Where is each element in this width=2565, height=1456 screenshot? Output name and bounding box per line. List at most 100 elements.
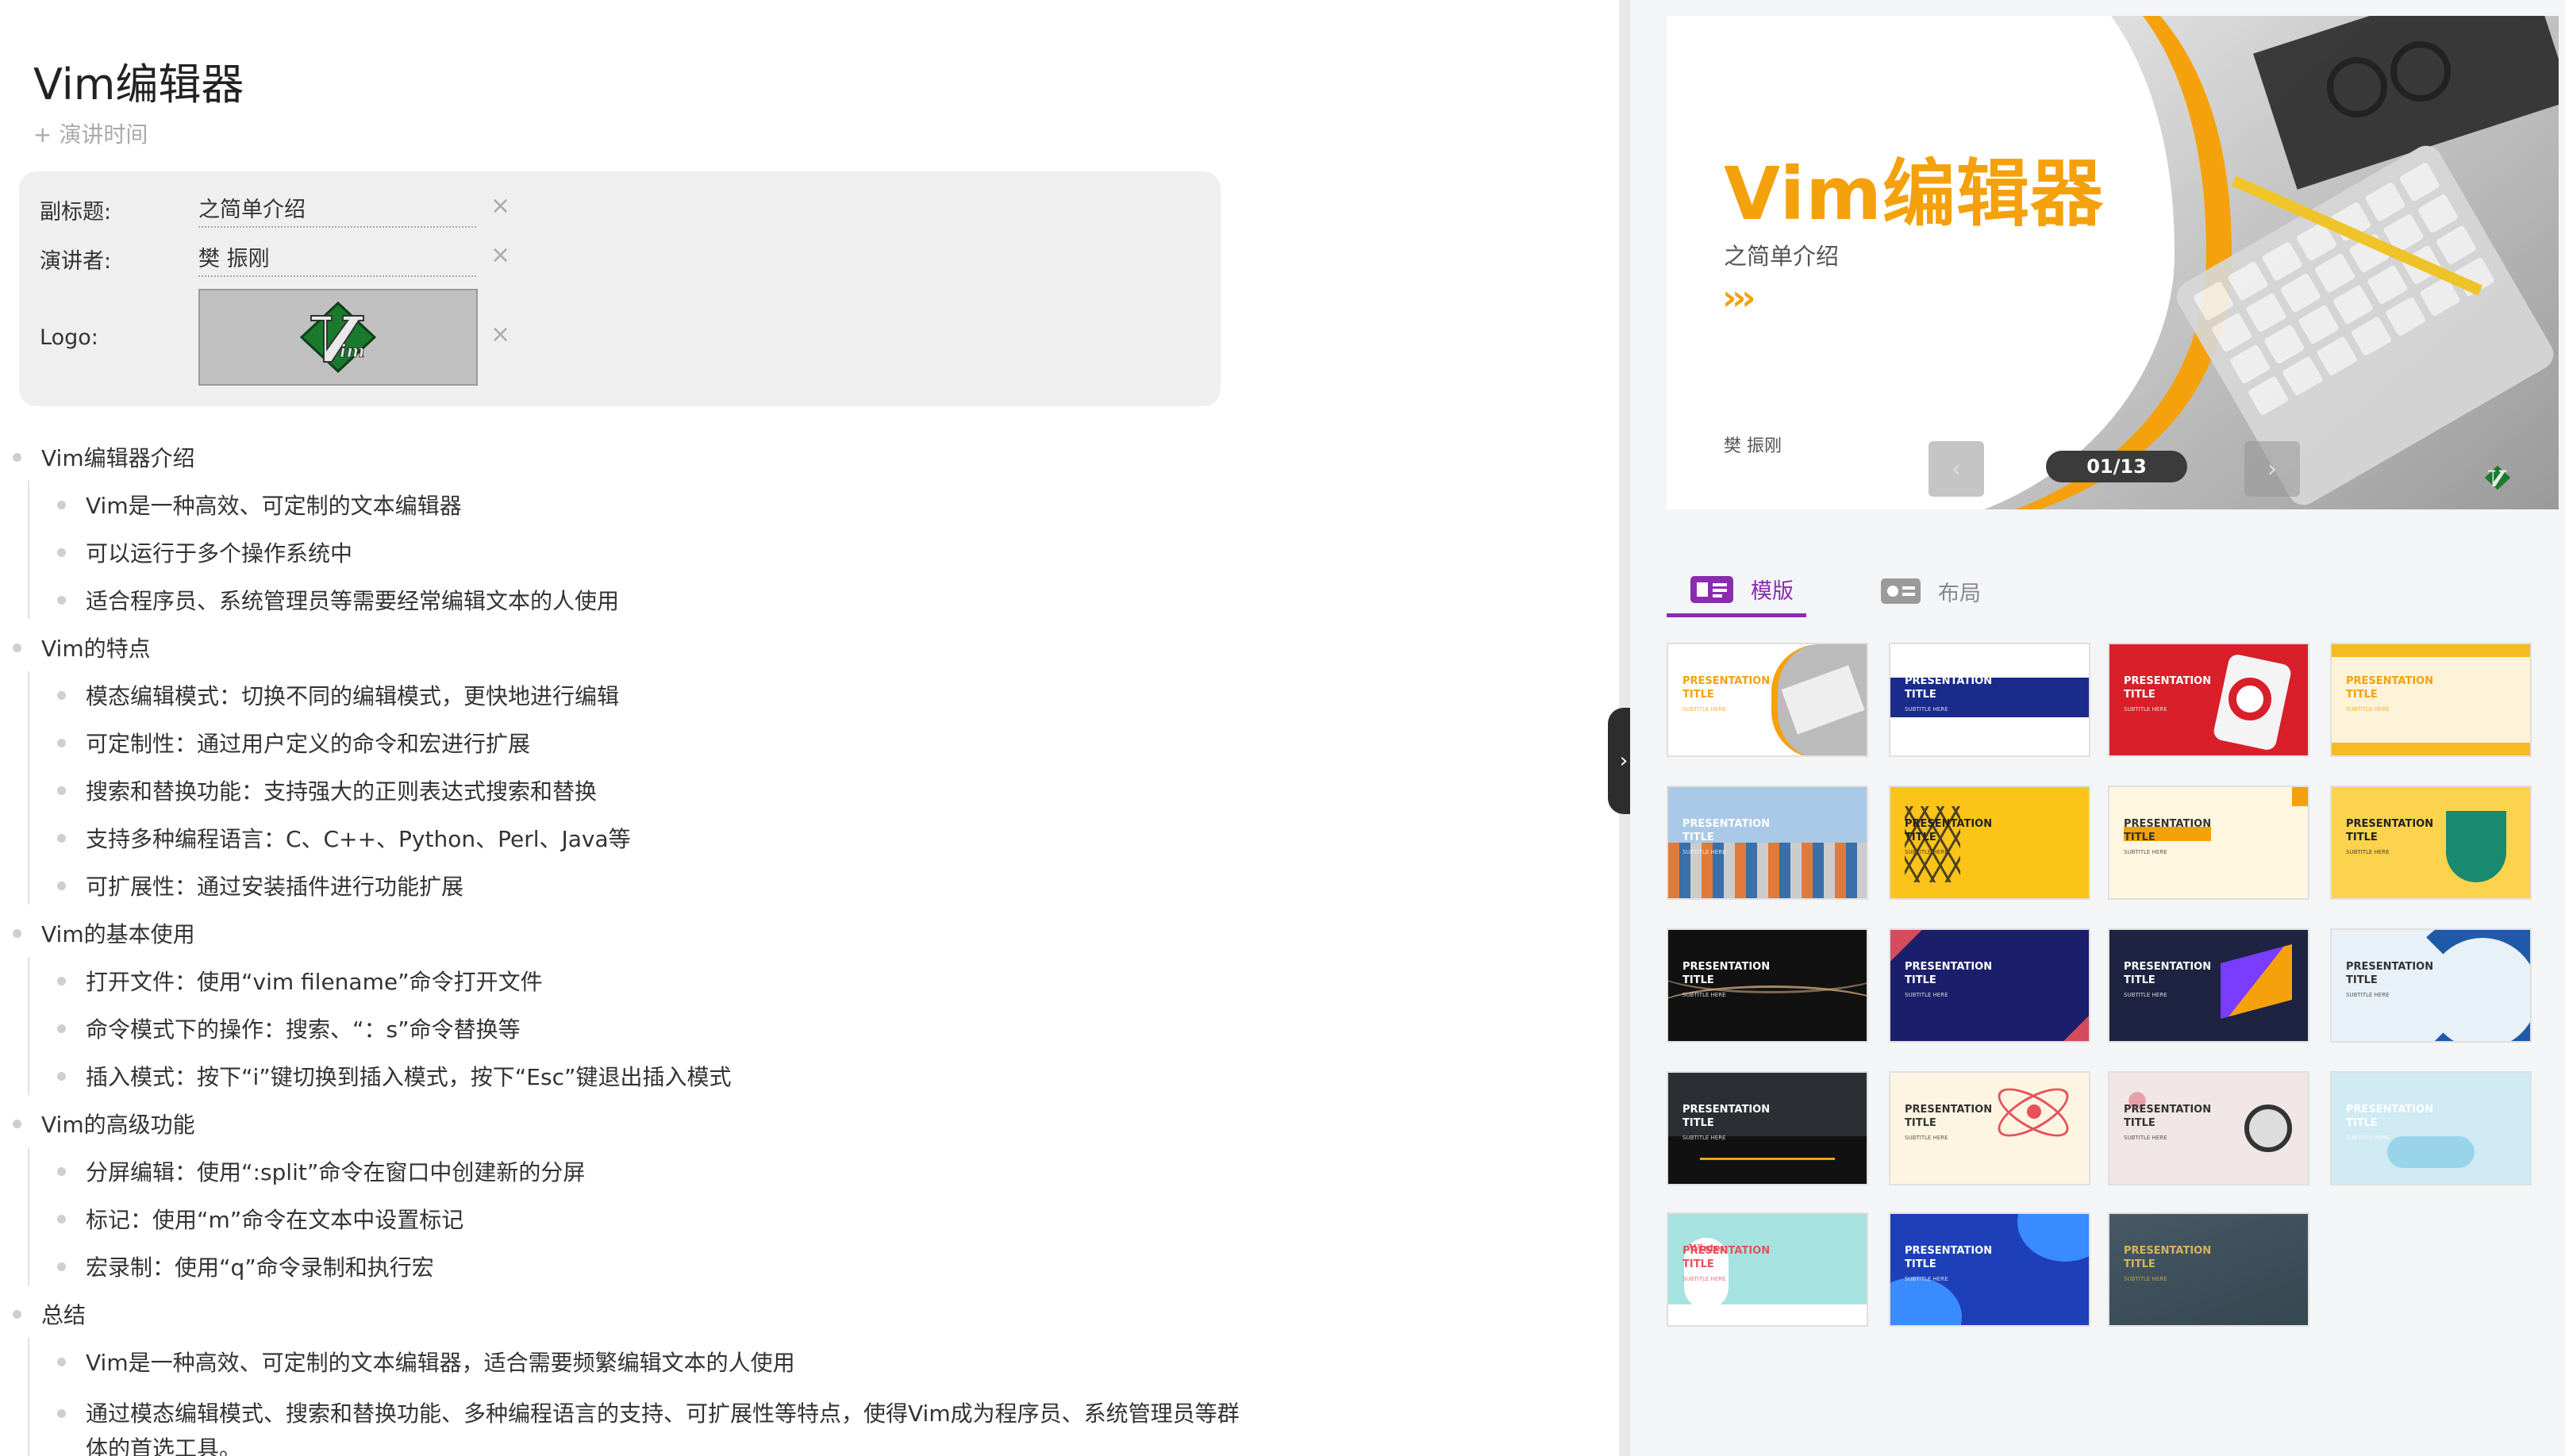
template-thumbnail[interactable]: PRESENTATION TITLE SUBTITLE HERE [2108,643,2309,757]
outline-bullet[interactable]: 分屏编辑：使用“:split”命令在窗口中创建新的分屏 [11,1147,1249,1195]
outline-section[interactable]: Vim的特点 [11,624,1249,671]
outline-bullet[interactable]: 插入模式：按下“i”键切换到插入模式，按下“Esc”键退出插入模式 [11,1052,1249,1100]
bullet-dot-icon[interactable] [57,786,66,795]
outline-text[interactable]: Vim的基本使用 [41,917,195,949]
outline-bullet[interactable]: Vim是一种高效、可定制的文本编辑器，适合需要频繁编辑文本的人使用 [11,1338,1249,1385]
next-slide-button[interactable]: › [2244,441,2300,497]
outline-bullet[interactable]: 打开文件：使用“vim filename”命令打开文件 [11,957,1249,1005]
outline-bullet[interactable]: 通过模态编辑模式、搜索和替换功能、多种编程语言的支持、可扩展性等特点，使得Vim… [11,1385,1249,1456]
template-thumbnail[interactable]: PRESENTATION TITLE SUBTITLE HERE [2108,786,2309,900]
outline-text[interactable]: 标记：使用“m”命令在文本中设置标记 [86,1203,463,1235]
outline-text[interactable]: Vim是一种高效、可定制的文本编辑器，适合需要频繁编辑文本的人使用 [86,1346,795,1377]
outline-text[interactable]: Vim的特点 [41,632,151,663]
add-time-link[interactable]: + 演讲时间 [33,117,148,149]
outline-text[interactable]: 总结 [41,1298,86,1330]
bullet-dot-icon[interactable] [57,833,66,843]
template-thumbnail[interactable]: PRESENTATION TITLE SUBTITLE HERE [1889,928,2090,1043]
bullet-dot-icon[interactable] [57,1214,66,1224]
outline-bullet[interactable]: 搜索和替换功能：支持强大的正则表达式搜索和替换 [11,766,1249,814]
template-thumbnail[interactable]: PRESENTATION TITLE SUBTITLE HERE [1667,928,1868,1043]
template-thumbnail[interactable]: PRESENTATION TITLE SUBTITLE HERE [1889,1071,2090,1185]
outline-text[interactable]: Vim是一种高效、可定制的文本编辑器 [86,489,462,521]
speaker-clear-icon[interactable]: × [490,241,510,269]
outline-bullet[interactable]: 宏录制：使用“q”命令录制和执行宏 [11,1243,1249,1290]
outline-bullet[interactable]: 命令模式下的操作：搜索、“：s”命令替换等 [11,1005,1249,1052]
template-subtitle: SUBTITLE HERE [1682,1135,1726,1141]
logo-upload[interactable]: im [198,289,478,386]
outline-text[interactable]: 支持多种编程语言：C、C++、Python、Perl、Java等 [86,822,631,854]
template-thumbnail[interactable]: PRESENTATION TITLE SUBTITLE HERE [2330,643,2532,757]
bullet-dot-icon[interactable] [13,452,21,462]
bullet-dot-icon[interactable] [57,1357,66,1366]
outline-text[interactable]: 打开文件：使用“vim filename”命令打开文件 [86,965,543,997]
logo-clear-icon[interactable]: × [490,321,510,348]
template-thumbnail[interactable]: PRESENTATION TITLE SUBTITLE HERE [1889,643,2090,757]
bullet-dot-icon[interactable] [57,547,66,557]
outline-section[interactable]: 总结 [11,1290,1249,1338]
outline-section[interactable]: Vim的基本使用 [11,909,1249,957]
preview-subtitle: 之简单介绍 [1724,243,1840,270]
template-thumbnail[interactable]: PRESENTATION TITLE SUBTITLE HERE [1667,786,1868,900]
template-thumbnail[interactable]: PRESENTATION TITLE SUBTITLE HERE Winter [1667,1212,1868,1327]
prev-slide-button[interactable]: ‹ [1929,441,1984,497]
bullet-dot-icon[interactable] [57,1071,66,1081]
outline-bullet[interactable]: Vim是一种高效、可定制的文本编辑器 [11,481,1249,528]
outline-bullet[interactable]: 可定制性：通过用户定义的命令和宏进行扩展 [11,719,1249,766]
outline-section[interactable]: Vim的高级功能 [11,1100,1249,1147]
bullet-dot-icon[interactable] [13,928,21,938]
bullet-dot-icon[interactable] [57,500,66,509]
bullet-dot-icon[interactable] [13,1309,21,1319]
template-thumbnail[interactable]: PRESENTATION TITLE SUBTITLE HERE [2330,928,2532,1043]
outline-text[interactable]: 可以运行于多个操作系统中 [86,536,352,568]
template-thumbnail[interactable]: PRESENTATION TITLE SUBTITLE HERE [2330,1071,2532,1185]
outline-bullet[interactable]: 可以运行于多个操作系统中 [11,528,1249,576]
bullet-dot-icon[interactable] [57,738,66,747]
bullet-dot-icon[interactable] [57,595,66,605]
outline-text[interactable]: 可扩展性：通过安装插件进行功能扩展 [86,870,463,901]
template-thumbnail[interactable]: PRESENTATION TITLE SUBTITLE HERE [2108,928,2309,1043]
template-thumbnail[interactable]: PRESENTATION TITLE SUBTITLE HERE [2108,1212,2309,1327]
template-thumbnail[interactable]: PRESENTATION TITLE SUBTITLE HERE [1889,1212,2090,1327]
template-subtitle: SUBTITLE HERE [1682,849,1726,855]
template-subtitle: SUBTITLE HERE [1682,992,1726,998]
outline-text[interactable]: 插入模式：按下“i”键切换到插入模式，按下“Esc”键退出插入模式 [86,1060,731,1092]
outline-bullet[interactable]: 模态编辑模式：切换不同的编辑模式，更快地进行编辑 [11,671,1249,719]
template-thumbnail[interactable]: PRESENTATION TITLE SUBTITLE HERE [1667,643,1868,757]
tab-layout[interactable]: 布局 [1881,565,2021,617]
outline-bullet[interactable]: 可扩展性：通过安装插件进行功能扩展 [11,862,1249,909]
template-thumbnail[interactable]: PRESENTATION TITLE SUBTITLE HERE [1889,786,2090,900]
outline-bullet[interactable]: 支持多种编程语言：C、C++、Python、Perl、Java等 [11,814,1249,862]
bullet-dot-icon[interactable] [57,1262,66,1271]
bullet-dot-icon[interactable] [57,976,66,985]
outline-text[interactable]: 模态编辑模式：切换不同的编辑模式，更快地进行编辑 [86,679,619,711]
bullet-dot-icon[interactable] [57,881,66,890]
speaker-field[interactable]: 樊 振刚 [198,241,476,277]
template-thumbnail[interactable]: PRESENTATION TITLE SUBTITLE HERE [1667,1071,1868,1185]
bullet-dot-icon[interactable] [13,643,21,652]
outline-bullet[interactable]: 标记：使用“m”命令在文本中设置标记 [11,1195,1249,1243]
outline-text[interactable]: Vim的高级功能 [41,1108,195,1139]
subtitle-field[interactable]: 之简单介绍 [198,192,476,228]
subtitle-clear-icon[interactable]: × [490,192,510,220]
document-title[interactable]: Vim编辑器 [33,49,244,112]
bullet-dot-icon[interactable] [13,1119,21,1128]
template-subtitle: SUBTITLE HERE [2124,1276,2167,1282]
outline-text[interactable]: 宏录制：使用“q”命令录制和执行宏 [86,1250,434,1282]
bullet-dot-icon[interactable] [57,1409,66,1418]
outline-text[interactable]: 通过模态编辑模式、搜索和替换功能、多种编程语言的支持、可扩展性等特点，使得Vim… [86,1396,1244,1456]
outline-text[interactable]: 搜索和替换功能：支持强大的正则表达式搜索和替换 [86,774,597,806]
outline-text[interactable]: 命令模式下的操作：搜索、“：s”命令替换等 [86,1012,521,1044]
bullet-dot-icon[interactable] [57,1166,66,1176]
bullet-dot-icon[interactable] [57,1024,66,1033]
outline-section[interactable]: Vim编辑器介绍 [11,433,1249,481]
template-title: PRESENTATION TITLE [2124,961,2212,986]
template-thumbnail[interactable]: PRESENTATION TITLE SUBTITLE HERE [2108,1071,2309,1185]
template-thumbnail[interactable]: PRESENTATION TITLE SUBTITLE HERE [2330,786,2532,900]
outline-text[interactable]: 分屏编辑：使用“:split”命令在窗口中创建新的分屏 [86,1155,585,1187]
outline-bullet[interactable]: 适合程序员、系统管理员等需要经常编辑文本的人使用 [11,576,1249,624]
outline-text[interactable]: Vim编辑器介绍 [41,441,195,473]
outline-text[interactable]: 可定制性：通过用户定义的命令和宏进行扩展 [86,727,530,759]
tab-templates[interactable]: 模版 [1667,565,1806,617]
bullet-dot-icon[interactable] [57,690,66,700]
outline-text[interactable]: 适合程序员、系统管理员等需要经常编辑文本的人使用 [86,584,619,616]
